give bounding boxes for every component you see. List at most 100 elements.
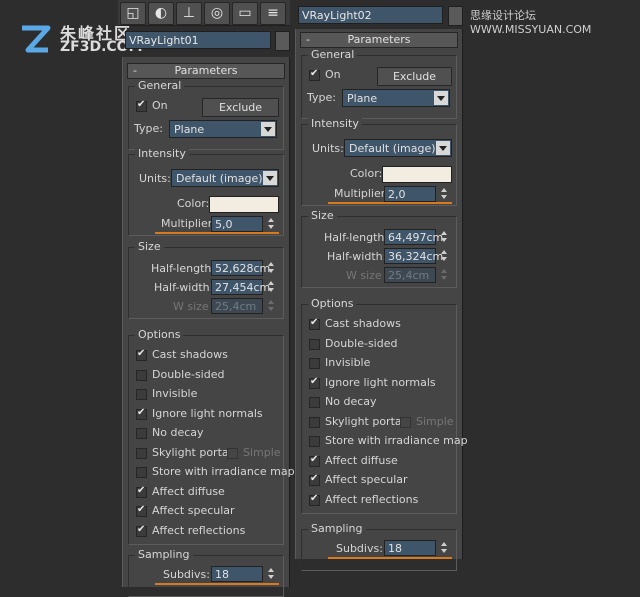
ignore-light-normals-checkbox[interactable]: [309, 376, 320, 389]
subdivs-spinner[interactable]: [266, 566, 276, 582]
light-color-swatch[interactable]: [209, 196, 279, 213]
affect-reflections-checkbox[interactable]: [309, 493, 320, 506]
hierarchy-icon[interactable]: ⊥: [176, 2, 202, 25]
display-icon[interactable]: ▭: [232, 2, 258, 25]
type-dropdown[interactable]: Plane: [342, 89, 450, 107]
half-width-spinner[interactable]: [439, 248, 449, 264]
object-color-swatch[interactable]: [275, 31, 290, 51]
store-irradiance-checkbox[interactable]: [136, 467, 147, 478]
affect-specular-checkbox[interactable]: [309, 473, 320, 486]
on-checkbox[interactable]: [309, 68, 320, 81]
half-width-label: Half-width:: [154, 281, 214, 294]
options-group: Options Cast shadows Double-sided Invisi…: [301, 297, 468, 514]
half-length-input[interactable]: 64,497cm: [384, 229, 443, 245]
subdivs-spinner[interactable]: [439, 540, 449, 556]
exclude-button[interactable]: Exclude: [377, 67, 452, 86]
skylight-portal-checkbox[interactable]: [309, 417, 320, 428]
type-value: Plane: [174, 123, 205, 136]
cast-shadows-checkbox[interactable]: [309, 317, 320, 330]
half-length-spinner[interactable]: [266, 260, 276, 276]
cast-shadows-checkbox[interactable]: [136, 348, 147, 361]
group-title: Intensity: [135, 147, 189, 160]
watermark-text: 思缘设计论坛 WWW.MISSYUAN.COM: [470, 9, 592, 36]
subdivs-input[interactable]: 18: [211, 566, 263, 582]
units-dropdown[interactable]: Default (image): [344, 139, 452, 157]
multiplier-input[interactable]: 2,0: [384, 186, 436, 202]
no-decay-checkbox[interactable]: [136, 428, 147, 439]
store-irradiance-checkbox[interactable]: [309, 436, 320, 447]
group-title: Size: [308, 209, 337, 222]
object-name-field[interactable]: VRayLight01: [125, 31, 271, 49]
ignore-light-normals-checkbox[interactable]: [136, 407, 147, 420]
units-label: Units:: [312, 142, 344, 155]
invisible-label: Invisible: [152, 387, 198, 400]
group-title: Options: [135, 328, 184, 341]
half-length-label: Half-length:: [151, 262, 216, 275]
units-dropdown[interactable]: Default (image): [171, 169, 279, 187]
affect-diffuse-checkbox[interactable]: [309, 454, 320, 467]
affect-specular-label: Affect specular: [152, 504, 235, 517]
multiplier-underline: [328, 202, 452, 204]
w-size-label: W size: [346, 269, 382, 282]
utilities-icon[interactable]: ≡: [260, 2, 286, 25]
type-dropdown[interactable]: Plane: [169, 120, 277, 138]
exclude-button[interactable]: Exclude: [202, 98, 279, 117]
rollout-title: Parameters: [347, 33, 411, 46]
no-decay-checkbox[interactable]: [309, 397, 320, 408]
parameters-rollout[interactable]: - Parameters: [127, 63, 285, 79]
multiplier-label: Multiplier:: [161, 217, 216, 230]
command-panel-toolbar: ◱ ◐ ⊥ ◎ ▭ ≡: [118, 0, 290, 26]
light-color-swatch[interactable]: [382, 166, 452, 183]
w-size-label: W size: [173, 300, 209, 313]
parameters-rollout[interactable]: - Parameters: [300, 32, 458, 48]
half-width-spinner[interactable]: [266, 279, 276, 295]
subdivs-input[interactable]: 18: [384, 540, 436, 556]
half-length-spinner[interactable]: [439, 229, 449, 245]
half-width-input[interactable]: 27,454cm: [211, 279, 270, 295]
object-name-field[interactable]: VRayLight02: [298, 6, 443, 24]
double-sided-checkbox[interactable]: [309, 339, 320, 350]
simple-checkbox: [227, 448, 238, 459]
skylight-portal-checkbox[interactable]: [136, 448, 147, 459]
object-color-swatch[interactable]: [448, 6, 463, 26]
multiplier-input[interactable]: 5,0: [211, 216, 263, 232]
invisible-checkbox[interactable]: [309, 358, 320, 369]
affect-reflections-checkbox[interactable]: [136, 524, 147, 537]
size-group: Size Half-length: 64,497cm Half-width: 3…: [301, 209, 457, 288]
z-logo-icon: [22, 25, 51, 53]
half-length-label: Half-length:: [324, 231, 389, 244]
subdivs-underline: [328, 557, 452, 559]
group-title: Sampling: [135, 548, 193, 561]
on-checkbox[interactable]: [136, 99, 147, 112]
half-length-input[interactable]: 52,628cm: [211, 260, 270, 276]
group-title: Options: [308, 297, 357, 310]
on-label: On: [325, 68, 341, 81]
general-group: General On Exclude Type: Plane: [301, 48, 457, 119]
multiplier-spinner[interactable]: [266, 216, 276, 232]
motion-icon[interactable]: ◎: [204, 2, 230, 25]
double-sided-checkbox[interactable]: [136, 370, 147, 381]
affect-reflections-label: Affect reflections: [152, 524, 246, 537]
no-decay-label: No decay: [325, 395, 377, 408]
modify-icon[interactable]: ◐: [148, 2, 174, 25]
invisible-checkbox[interactable]: [136, 389, 147, 400]
w-size-spinner: [266, 298, 276, 314]
affect-reflections-label: Affect reflections: [325, 493, 419, 506]
w-size-spinner: [439, 267, 449, 283]
group-title: Size: [135, 240, 164, 253]
collapse-icon: -: [306, 33, 310, 46]
subdivs-label: Subdivs:: [163, 568, 210, 581]
affect-diffuse-checkbox[interactable]: [136, 485, 147, 498]
half-width-input[interactable]: 36,324cm: [384, 248, 443, 264]
create-icon[interactable]: ◱: [120, 2, 146, 25]
affect-specular-checkbox[interactable]: [136, 504, 147, 517]
multiplier-underline: [155, 232, 279, 234]
parameters-panel-1: - Parameters General On Exclude Type: Pl…: [122, 57, 295, 597]
multiplier-spinner[interactable]: [439, 186, 449, 202]
double-sided-label: Double-sided: [152, 368, 225, 381]
no-decay-label: No decay: [152, 426, 204, 439]
chevron-down-icon: [434, 91, 448, 105]
collapse-icon: -: [133, 64, 137, 77]
on-label: On: [152, 99, 168, 112]
size-group: Size Half-length: 52,628cm Half-width: 2…: [128, 240, 284, 319]
